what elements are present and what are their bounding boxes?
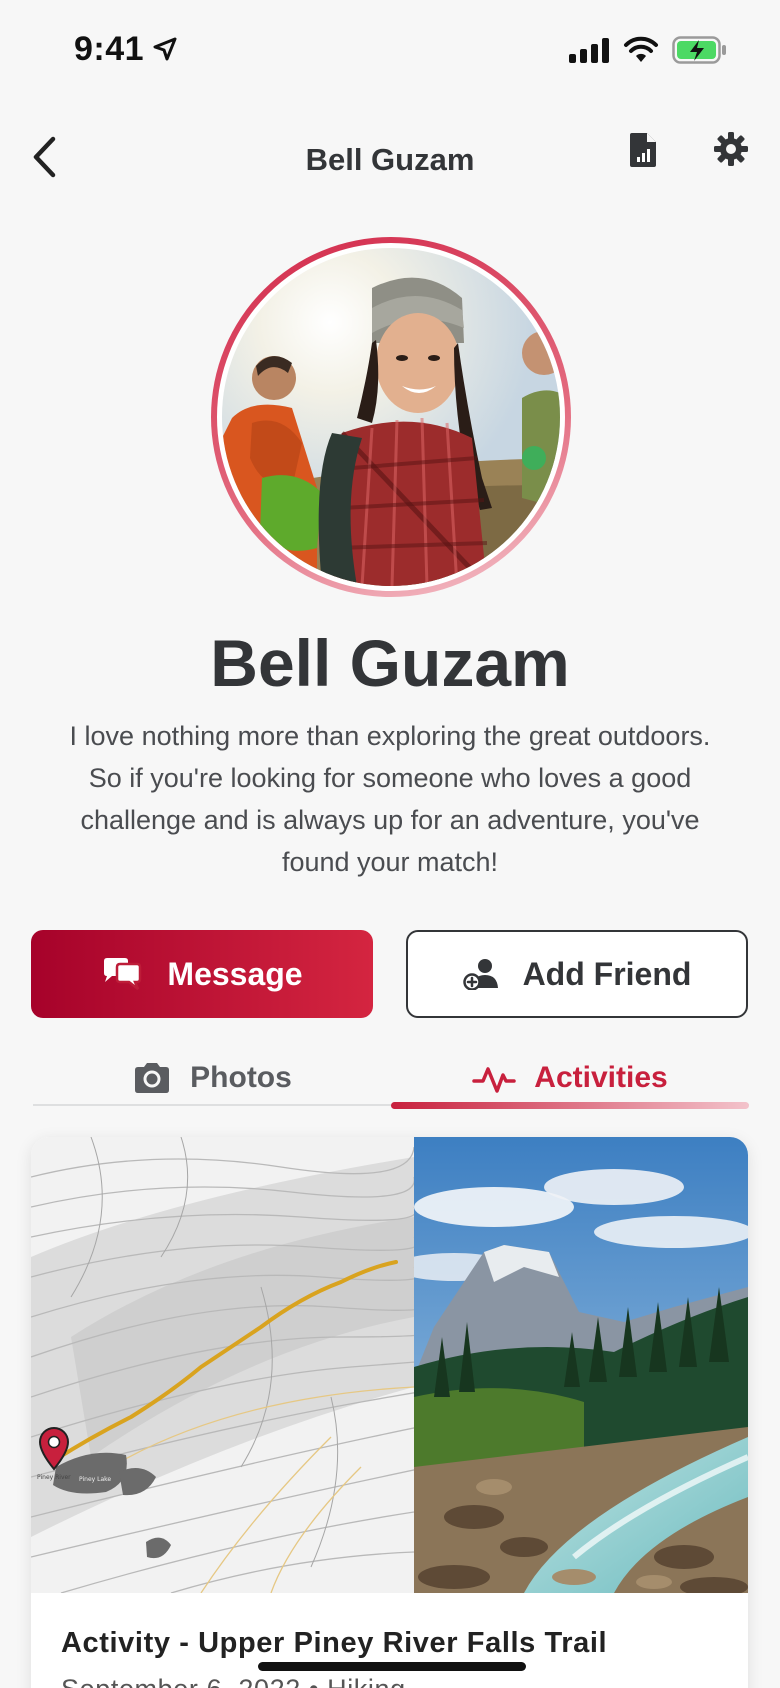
tab-activities[interactable]: Activities bbox=[391, 1050, 749, 1106]
add-person-icon bbox=[462, 959, 498, 990]
avatar-photo bbox=[222, 248, 560, 586]
profile-tabs: Photos Activities bbox=[33, 1050, 749, 1109]
tab-photos-label: Photos bbox=[190, 1061, 292, 1094]
message-button[interactable]: Message bbox=[31, 930, 373, 1018]
wifi-icon bbox=[624, 36, 658, 62]
status-bar: 9:41 bbox=[0, 0, 780, 100]
nav-title: Bell Guzam bbox=[305, 142, 475, 177]
tab-activities-label: Activities bbox=[534, 1061, 668, 1094]
map-label-piney-lake: Piney Lake bbox=[79, 1476, 111, 1483]
activity-title: Activity - Upper Piney River Falls Trail bbox=[61, 1627, 608, 1659]
status-time: 9:41 bbox=[74, 30, 145, 68]
profile-screen: 9:41 Bell Guzam Bell Guzam I love nothin… bbox=[0, 0, 780, 1688]
nav-bar: Bell Guzam bbox=[0, 118, 780, 198]
battery-charging-icon bbox=[672, 36, 726, 64]
activity-map: Piney River Piney Lake bbox=[31, 1137, 461, 1594]
activity-subtitle: September 6, 2022 • Hiking bbox=[61, 1674, 406, 1688]
avatar-ring bbox=[211, 237, 571, 597]
cellular-signal-icon bbox=[569, 38, 609, 63]
settings-button[interactable] bbox=[713, 131, 753, 171]
tab-photos[interactable]: Photos bbox=[33, 1050, 391, 1106]
active-tab-indicator bbox=[391, 1102, 749, 1109]
camera-icon bbox=[135, 1063, 170, 1093]
chat-bubbles-icon bbox=[104, 958, 142, 990]
activity-card[interactable]: Piney River Piney Lake Activity - Upper … bbox=[31, 1137, 748, 1688]
add-friend-button-label: Add Friend bbox=[522, 955, 692, 992]
profile-name: Bell Guzam bbox=[210, 626, 570, 700]
activity-photo bbox=[394, 1137, 748, 1597]
home-indicator bbox=[258, 1662, 526, 1671]
report-button[interactable] bbox=[628, 132, 662, 172]
add-friend-button[interactable]: Add Friend bbox=[406, 930, 748, 1018]
location-arrow-icon bbox=[153, 37, 177, 61]
document-chart-icon bbox=[630, 133, 656, 167]
activity-pulse-icon bbox=[472, 1067, 517, 1093]
gear-icon bbox=[714, 132, 748, 166]
message-button-label: Message bbox=[167, 955, 303, 992]
avatar[interactable] bbox=[217, 243, 565, 591]
map-label-piney-river: Piney River bbox=[37, 1474, 71, 1481]
profile-bio: I love nothing more than exploring the g… bbox=[69, 721, 711, 877]
